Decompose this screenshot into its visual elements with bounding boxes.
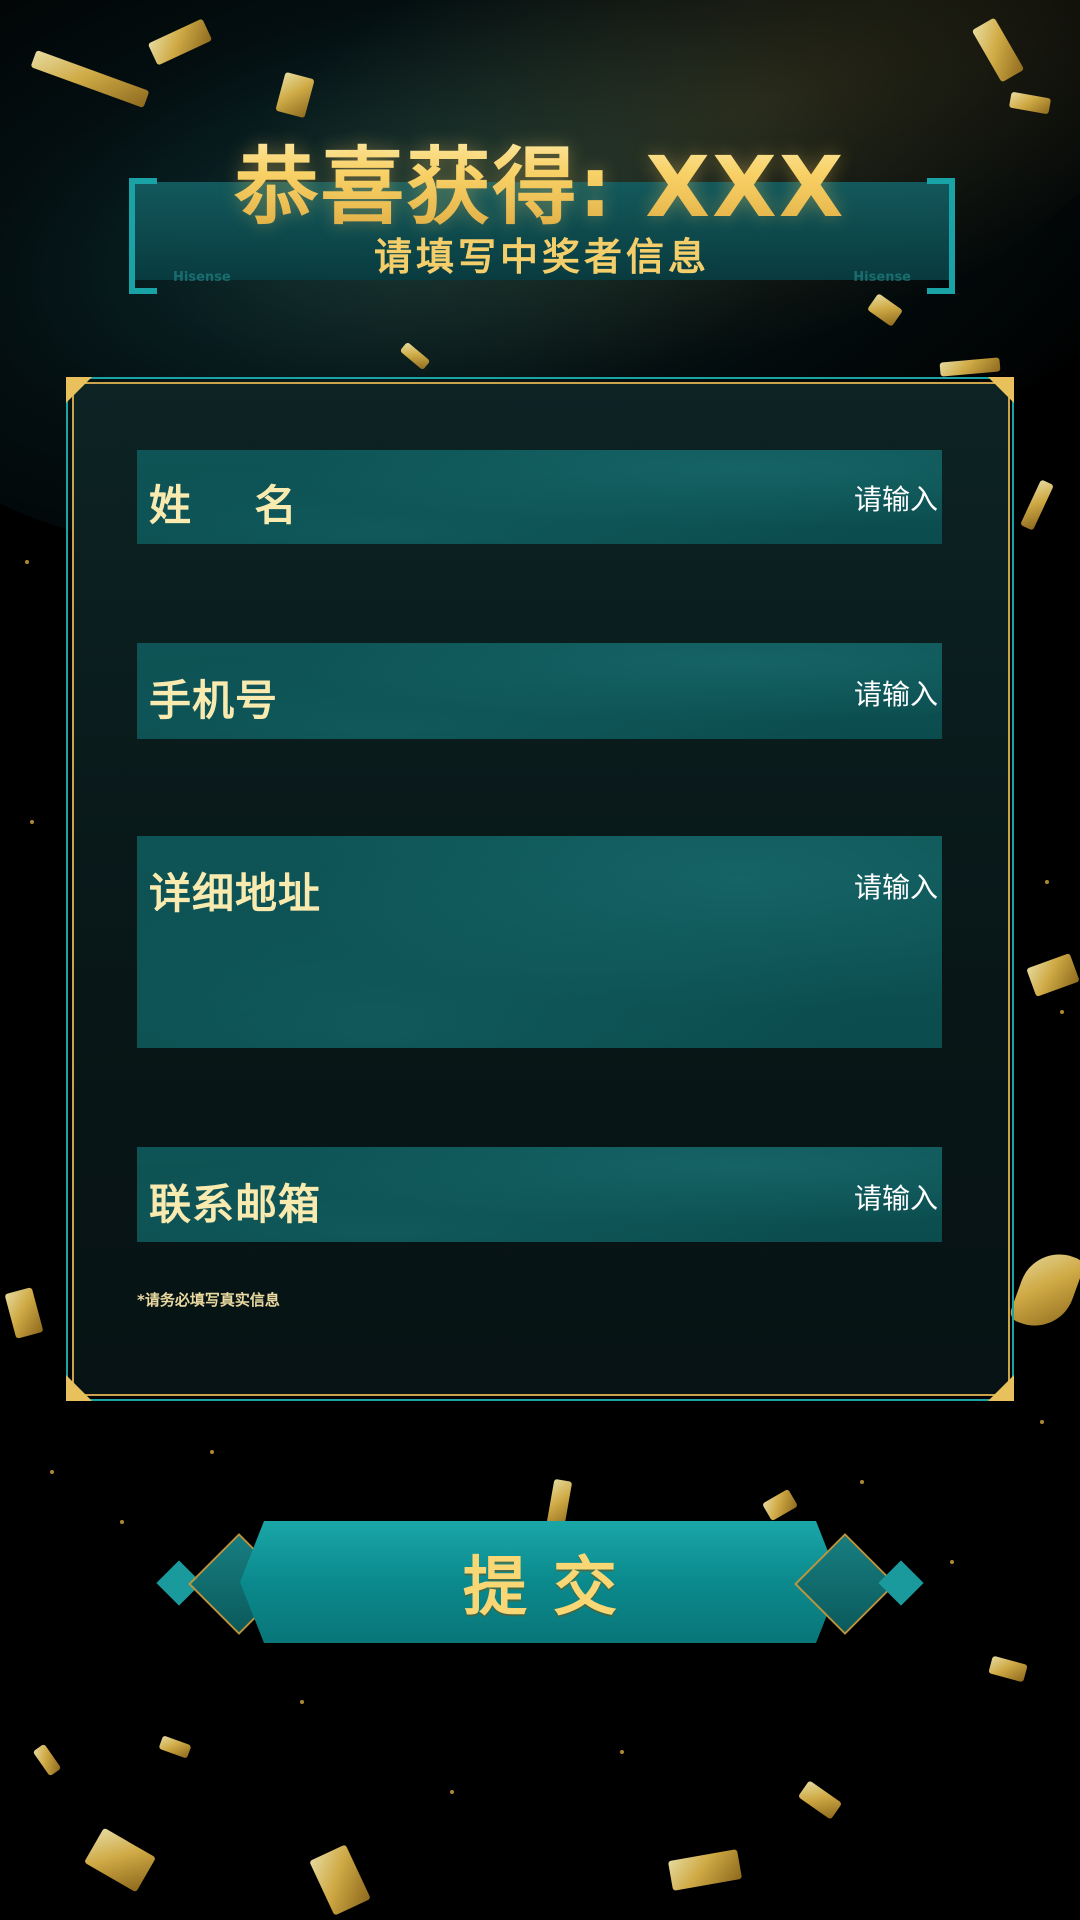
- confetti-decoration: [84, 1827, 156, 1893]
- sparkle-dot: [210, 1450, 214, 1454]
- name-field[interactable]: 姓 名: [137, 450, 942, 544]
- phone-input[interactable]: [496, 663, 942, 725]
- phone-label: 手机号: [149, 676, 279, 725]
- corner-ornament: [988, 377, 1014, 403]
- phone-field[interactable]: 手机号: [137, 643, 942, 739]
- brand-watermark-right: Hisense: [853, 270, 911, 285]
- corner-ornament: [988, 1375, 1014, 1401]
- address-field[interactable]: 详细地址: [137, 836, 942, 1048]
- confetti-decoration: [4, 1287, 44, 1339]
- name-input[interactable]: [496, 468, 942, 530]
- confetti-decoration: [158, 1735, 192, 1759]
- confetti-decoration: [309, 1844, 371, 1916]
- confetti-decoration: [32, 1743, 62, 1777]
- sparkle-dot: [1045, 880, 1049, 884]
- sparkle-dot: [450, 1790, 454, 1794]
- email-input[interactable]: [496, 1167, 942, 1229]
- brand-watermark-left: Hisense: [173, 270, 231, 285]
- sparkle-dot: [860, 1480, 864, 1484]
- email-label: 联系邮箱: [149, 1180, 322, 1229]
- address-label: 详细地址: [149, 869, 322, 918]
- sparkle-dot: [950, 1560, 954, 1564]
- confetti-decoration: [1007, 1243, 1080, 1337]
- confetti-decoration: [1020, 479, 1054, 531]
- sparkle-dot: [120, 1520, 124, 1524]
- submit-button[interactable]: 提交: [240, 1521, 840, 1643]
- confetti-decoration: [988, 1655, 1028, 1683]
- page-title: 恭喜获得: XXX: [0, 120, 1080, 241]
- confetti-decoration: [797, 1780, 843, 1820]
- sparkle-dot: [1040, 1420, 1044, 1424]
- name-label: 姓 名: [149, 481, 298, 530]
- sparkle-dot: [50, 1470, 54, 1474]
- confetti-decoration: [667, 1849, 743, 1891]
- sparkle-dot: [300, 1700, 304, 1704]
- sparkle-dot: [1060, 1010, 1064, 1014]
- confetti-decoration: [1026, 953, 1080, 997]
- email-field[interactable]: 联系邮箱: [137, 1147, 942, 1242]
- sparkle-dot: [620, 1750, 624, 1754]
- diamond-ornament-icon: [878, 1560, 924, 1606]
- corner-ornament: [66, 377, 92, 403]
- address-input[interactable]: [496, 856, 942, 918]
- corner-ornament: [66, 1375, 92, 1401]
- submit-area: 提交: [155, 1510, 925, 1660]
- sparkle-dot: [30, 820, 34, 824]
- sparkle-dot: [25, 560, 29, 564]
- form-note: *请务必填写真实信息: [137, 1291, 280, 1309]
